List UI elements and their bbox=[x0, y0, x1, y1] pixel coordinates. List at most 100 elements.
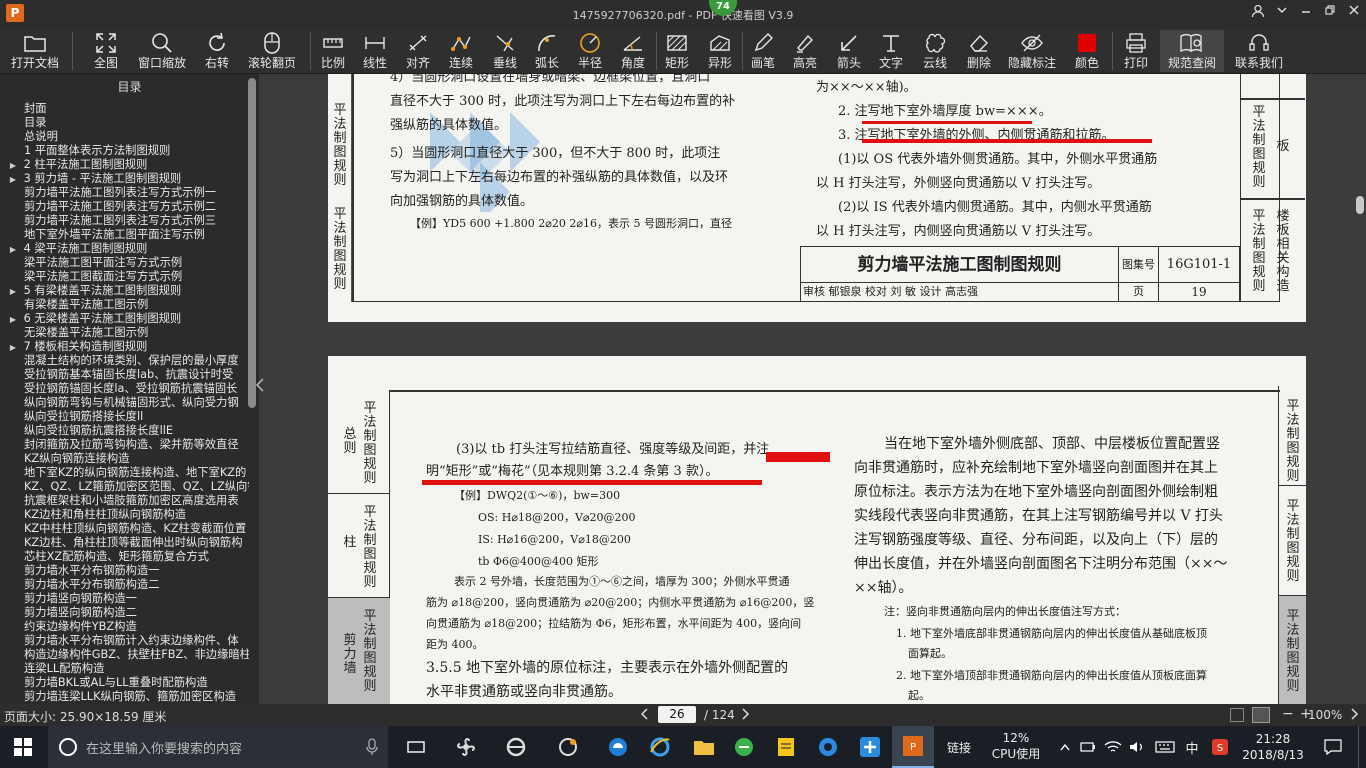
document-viewer[interactable]: 平法制图规则 平法制图规则 平法制图规则 板 平法制图规则 楼板相关构造 4）当… bbox=[266, 74, 1354, 704]
toc-item[interactable]: ▶ 6 无梁楼盖平法施工图制图规则 bbox=[0, 312, 249, 326]
start-button[interactable] bbox=[0, 726, 46, 768]
toc-item[interactable]: 混凝土结构的环境类别、保护层的最小厚度 bbox=[0, 354, 249, 368]
delete-button[interactable]: 删除 bbox=[964, 30, 994, 72]
show-hidden-icons[interactable] bbox=[1056, 726, 1074, 768]
red-underline-annotation[interactable] bbox=[862, 121, 1032, 124]
toc-item[interactable]: 抗震框架柱和小墙肢箍筋加密区高度选用表 bbox=[0, 494, 249, 508]
volume-icon[interactable] bbox=[1126, 726, 1148, 768]
zoom-dropdown-icon[interactable] bbox=[1349, 707, 1361, 724]
toc-item[interactable]: ▶ 2 柱平法施工图制图规则 bbox=[0, 158, 249, 172]
toc-item[interactable]: 剪力墙平法施工图列表注写方式示例二 bbox=[0, 200, 249, 214]
toc-item[interactable]: 连梁LL配筋构造 bbox=[0, 662, 249, 676]
toc-item[interactable]: KZ边柱和角柱柱顶纵向钢筋构造 bbox=[0, 508, 249, 522]
taskbar-search-box[interactable]: 在这里输入你要搜索的内容 bbox=[48, 726, 388, 768]
toc-item[interactable]: 剪力墙水平分布钢筋构造二 bbox=[0, 578, 249, 592]
red-underline-annotation[interactable] bbox=[422, 480, 762, 485]
toc-item[interactable]: 受拉钢筋锚固长度la、受拉钢筋抗震锚固长 bbox=[0, 382, 249, 396]
toc-item[interactable]: 纵向钢筋弯钩与机械锚固形式、纵向受力钢 bbox=[0, 396, 249, 410]
spec-lookup-button[interactable]: 规范查阅 bbox=[1160, 30, 1224, 72]
edge-browser-icon[interactable] bbox=[598, 726, 638, 768]
print-button[interactable]: 打印 bbox=[1120, 30, 1152, 72]
plus-app-icon[interactable] bbox=[850, 726, 890, 768]
arc-length-button[interactable]: 弧长 bbox=[532, 30, 562, 72]
notes-app-icon[interactable] bbox=[766, 726, 806, 768]
ie-browser-icon[interactable] bbox=[496, 726, 536, 768]
scale-button[interactable]: 比例 bbox=[318, 30, 348, 72]
radius-button[interactable]: 半径 bbox=[575, 30, 605, 72]
toc-item[interactable]: 剪力墙连梁LLK纵向钢筋、箍筋加密区构造 bbox=[0, 690, 249, 704]
toc-item[interactable]: 封面 bbox=[0, 102, 249, 116]
single-page-view-icon[interactable] bbox=[1230, 708, 1244, 722]
red-underline-annotation[interactable] bbox=[862, 139, 1152, 143]
zoom-level[interactable]: 100% bbox=[1308, 708, 1342, 722]
restore-button[interactable] bbox=[1320, 4, 1340, 22]
prev-page-icon[interactable] bbox=[640, 707, 654, 724]
expand-arrow-icon[interactable]: ▶ bbox=[6, 313, 20, 326]
toc-item[interactable]: 有梁楼盖平法施工图示例 bbox=[0, 298, 249, 312]
toc-item[interactable]: 封闭箍筋及拉筋弯钩构造、梁并筋等效直径 bbox=[0, 438, 249, 452]
toc-item[interactable]: 1 平面整体表示方法制图规则 bbox=[0, 144, 249, 158]
task-view-icon[interactable] bbox=[396, 726, 436, 768]
toc-item[interactable]: 目录 bbox=[0, 116, 249, 130]
chat-app-icon[interactable] bbox=[548, 726, 588, 768]
close-button[interactable] bbox=[1344, 4, 1364, 22]
toc-item[interactable]: 芯柱XZ配筋构造、矩形箍筋复合方式 bbox=[0, 550, 249, 564]
toc-item[interactable]: 构造边缘构件GBZ、扶壁柱FBZ、非边缘暗柱 bbox=[0, 648, 249, 662]
pdf-viewer-taskbar-icon[interactable]: P bbox=[892, 726, 934, 768]
toc-item[interactable]: 剪力墙平法施工图列表注写方式示例一 bbox=[0, 186, 249, 200]
360-browser-icon[interactable] bbox=[724, 726, 764, 768]
toc-item[interactable]: 地下室KZ的纵向钢筋连接构造、地下室KZ的 bbox=[0, 466, 249, 480]
pen-button[interactable]: 画笔 bbox=[748, 30, 778, 72]
perpendicular-button[interactable]: 垂线 bbox=[490, 30, 520, 72]
sidebar-scrollbar[interactable] bbox=[248, 78, 256, 408]
toc-item[interactable]: ▶ 7 楼板相关构造制图规则 bbox=[0, 340, 249, 354]
toc-item[interactable]: 纵向受拉钢筋抗震搭接长度llE bbox=[0, 424, 249, 438]
toc-item[interactable]: 剪力墙竖向钢筋构造二 bbox=[0, 606, 249, 620]
battery-icon[interactable] bbox=[1078, 726, 1098, 768]
scroll-page-button[interactable]: 滚轮翻页 bbox=[244, 30, 300, 72]
text-button[interactable]: 文字 bbox=[876, 30, 906, 72]
contact-us-button[interactable]: 联系我们 bbox=[1232, 30, 1286, 72]
minimize-button[interactable] bbox=[1296, 4, 1316, 22]
taskbar-link-label[interactable]: 链接 bbox=[942, 726, 976, 768]
arrow-button[interactable]: 箭头 bbox=[834, 30, 864, 72]
continuous-view-icon[interactable] bbox=[1252, 707, 1270, 723]
red-underline-annotation[interactable] bbox=[766, 452, 830, 462]
irregular-area-button[interactable]: 异形 bbox=[705, 30, 735, 72]
notification-center-icon[interactable] bbox=[1318, 726, 1348, 768]
fit-page-button[interactable]: 全图 bbox=[88, 30, 124, 72]
toc-item[interactable]: 剪力墙平法施工图列表注写方式示例三 bbox=[0, 214, 249, 228]
expand-arrow-icon[interactable]: ▶ bbox=[6, 159, 20, 172]
next-page-icon[interactable] bbox=[740, 707, 754, 724]
browser-c-icon[interactable] bbox=[808, 726, 848, 768]
ie-blue-icon[interactable] bbox=[640, 726, 680, 768]
color-button[interactable]: 颜色 bbox=[1072, 30, 1102, 72]
toc-item[interactable]: ▶ 4 梁平法施工图制图规则 bbox=[0, 242, 249, 256]
rotate-right-button[interactable]: 右转 bbox=[200, 30, 234, 72]
cloud-line-button[interactable]: 云线 bbox=[920, 30, 950, 72]
toc-item[interactable]: KZ纵向钢筋连接构造 bbox=[0, 452, 249, 466]
toc-item[interactable]: ▶ 3 剪力墙 - 平法施工图制图规则 bbox=[0, 172, 249, 186]
continuous-measure-button[interactable]: 连续 bbox=[446, 30, 476, 72]
clock[interactable]: 21:28 2018/8/13 bbox=[1238, 731, 1308, 763]
toc-item[interactable]: 地下室外墙平法施工图平面注写示例 bbox=[0, 228, 249, 242]
toc-item[interactable]: 剪力墙水平分布钢筋构造一 bbox=[0, 564, 249, 578]
toc-item[interactable]: 剪力墙BKL或AL与LL重叠时配筋构造 bbox=[0, 676, 249, 690]
fan-app-icon[interactable] bbox=[446, 726, 486, 768]
toc-item[interactable]: 无梁楼盖平法施工图示例 bbox=[0, 326, 249, 340]
expand-arrow-icon[interactable]: ▶ bbox=[6, 341, 20, 354]
toc-item[interactable]: 梁平法施工图截面注写方式示例 bbox=[0, 270, 249, 284]
toc-item[interactable]: KZ中柱柱顶纵向钢筋构造、KZ柱变截面位置 bbox=[0, 522, 249, 536]
align-measure-button[interactable]: 对齐 bbox=[403, 30, 433, 72]
page-number-input[interactable]: 26 bbox=[658, 706, 696, 723]
sogou-ime-icon[interactable]: S bbox=[1208, 726, 1232, 768]
window-zoom-button[interactable]: 窗口缩放 bbox=[134, 30, 190, 72]
file-explorer-icon[interactable] bbox=[684, 726, 724, 768]
keyboard-icon[interactable] bbox=[1152, 726, 1178, 768]
highlight-button[interactable]: 高亮 bbox=[790, 30, 820, 72]
hide-annotations-button[interactable]: 隐藏标注 bbox=[1006, 30, 1058, 72]
toc-item[interactable]: KZ、QZ、LZ箍筋加密区范围、QZ、LZ纵向钢 bbox=[0, 480, 249, 494]
toc-item[interactable]: KZ边柱、角柱柱顶等截面伸出时纵向钢筋构 bbox=[0, 536, 249, 550]
rectangle-area-button[interactable]: 矩形 bbox=[662, 30, 692, 72]
expand-arrow-icon[interactable]: ▶ bbox=[6, 285, 20, 298]
